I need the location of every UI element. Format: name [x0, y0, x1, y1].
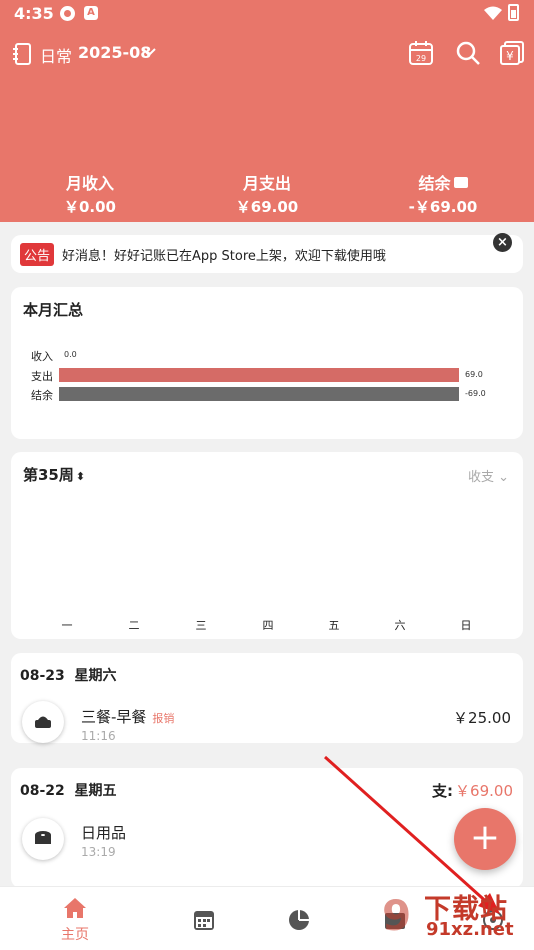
day-total-value: ￥69.00 — [455, 782, 513, 800]
type-filter[interactable]: 收支 ⌄ — [468, 466, 509, 485]
monthly-summary-card: 本月汇总 收入 0.0 支出 69.0 结余 -69.0 — [11, 287, 523, 439]
font-notification-icon: A — [84, 6, 98, 20]
bar-balance — [59, 387, 459, 401]
reimburse-tag: 报销 — [152, 712, 175, 725]
pie-chart-icon — [289, 910, 309, 930]
account-book-icon[interactable] — [12, 43, 32, 65]
day-date: 08-22 — [20, 783, 65, 799]
day-group: 08-23 星期六 三餐-早餐 报销 11:16 ￥25.00 — [11, 653, 523, 743]
toilet-paper-icon — [22, 818, 64, 860]
weekly-chart-card: 第35周 ⬍ 收支 ⌄ 一 二 三 四 五 六 日 — [11, 452, 523, 639]
day-label: 三 — [195, 619, 207, 632]
meal-icon — [22, 701, 64, 743]
summary-title: 本月汇总 — [23, 301, 84, 319]
day-label: 一 — [61, 619, 73, 632]
calendar-icon[interactable]: 29 — [408, 40, 434, 66]
notice-text: 好消息！好好记账已在App Store上架，欢迎下载使用哦 — [62, 249, 386, 264]
notice-badge: 公告 — [20, 243, 55, 266]
book-name[interactable]: 日常 — [40, 43, 72, 67]
balance-label: 结余 — [418, 174, 451, 193]
bill-icon[interactable]: ¥ — [499, 40, 525, 66]
chevron-down-icon: ⌄ — [498, 470, 509, 485]
transaction-time: 13:19 — [81, 845, 116, 859]
bar-label: 结余 — [31, 389, 53, 402]
transaction-time: 11:16 — [81, 729, 116, 743]
day-label: 日 — [460, 619, 472, 632]
status-bar: 4:35 A — [0, 0, 534, 28]
bar-label: 收入 — [31, 350, 53, 363]
sort-icon: ⬍ — [75, 470, 86, 483]
monthly-expense: 月支出 ￥69.00 — [207, 170, 327, 217]
calendar-icon — [194, 911, 214, 930]
transaction-amount: ￥25.00 — [453, 709, 511, 727]
notice-banner[interactable]: 公告 好消息！好好记账已在App Store上架，欢迎下载使用哦 — [11, 235, 523, 273]
search-icon[interactable] — [455, 40, 481, 66]
wallet-icon — [453, 177, 468, 188]
tab-home[interactable]: 主页 — [22, 887, 128, 950]
transaction-name: 日用品 — [81, 824, 127, 842]
week-selector[interactable]: 第35周 ⬍ — [23, 464, 85, 485]
day-date: 08-23 — [20, 668, 65, 684]
day-weekday: 星期五 — [74, 783, 117, 799]
expense-label: 月支出 — [242, 174, 291, 193]
expense-value: ￥69.00 — [235, 198, 299, 216]
filter-label: 收支 — [467, 470, 494, 485]
week-title: 第35周 — [23, 466, 74, 484]
tab-statistics[interactable] — [246, 887, 352, 950]
status-time: 4:35 — [14, 4, 54, 23]
day-label: 四 — [262, 619, 274, 632]
add-record-button[interactable]: + — [454, 808, 516, 870]
day-group: 08-22 星期五 支: ￥69.00 日用品 13:19 — [11, 768, 523, 888]
tab-calendar[interactable] — [151, 887, 257, 950]
watermark-logo: 9 下载站 91xz.net — [382, 885, 532, 947]
bar-label: 支出 — [31, 370, 53, 383]
chevron-down-icon[interactable] — [141, 44, 157, 60]
wifi-icon — [484, 6, 502, 20]
income-label: 月收入 — [65, 174, 114, 193]
bar-value: -69.0 — [465, 389, 486, 398]
day-label: 二 — [128, 619, 140, 632]
tab-label: 主页 — [61, 927, 89, 943]
income-value: ￥0.00 — [63, 198, 116, 216]
app-header: 4:35 A 日常 2025-08 29 ¥ 月收入 ￥0.00 月支出 ￥69… — [0, 0, 534, 222]
svg-text:¥: ¥ — [506, 49, 514, 63]
bar-value: 0.0 — [64, 350, 77, 359]
calendar-day: 29 — [416, 54, 426, 63]
app-notification-icon — [60, 6, 75, 21]
bar-value: 69.0 — [465, 370, 483, 379]
balance-value: -￥69.00 — [408, 198, 478, 216]
monthly-balance[interactable]: 结余 -￥69.00 — [383, 170, 503, 217]
bar-expense — [59, 368, 459, 382]
day-label: 六 — [394, 619, 406, 632]
transaction-name: 三餐-早餐 — [81, 708, 147, 726]
close-icon[interactable]: × — [493, 233, 512, 252]
battery-icon — [508, 4, 519, 21]
watermark-url: 91xz.net — [426, 919, 514, 940]
day-total-label: 支: — [432, 782, 453, 800]
day-label: 五 — [328, 619, 340, 632]
home-icon — [64, 898, 86, 918]
day-weekday: 星期六 — [74, 668, 117, 684]
watermark-mark: 9 — [382, 891, 412, 940]
monthly-income: 月收入 ￥0.00 — [30, 170, 150, 217]
